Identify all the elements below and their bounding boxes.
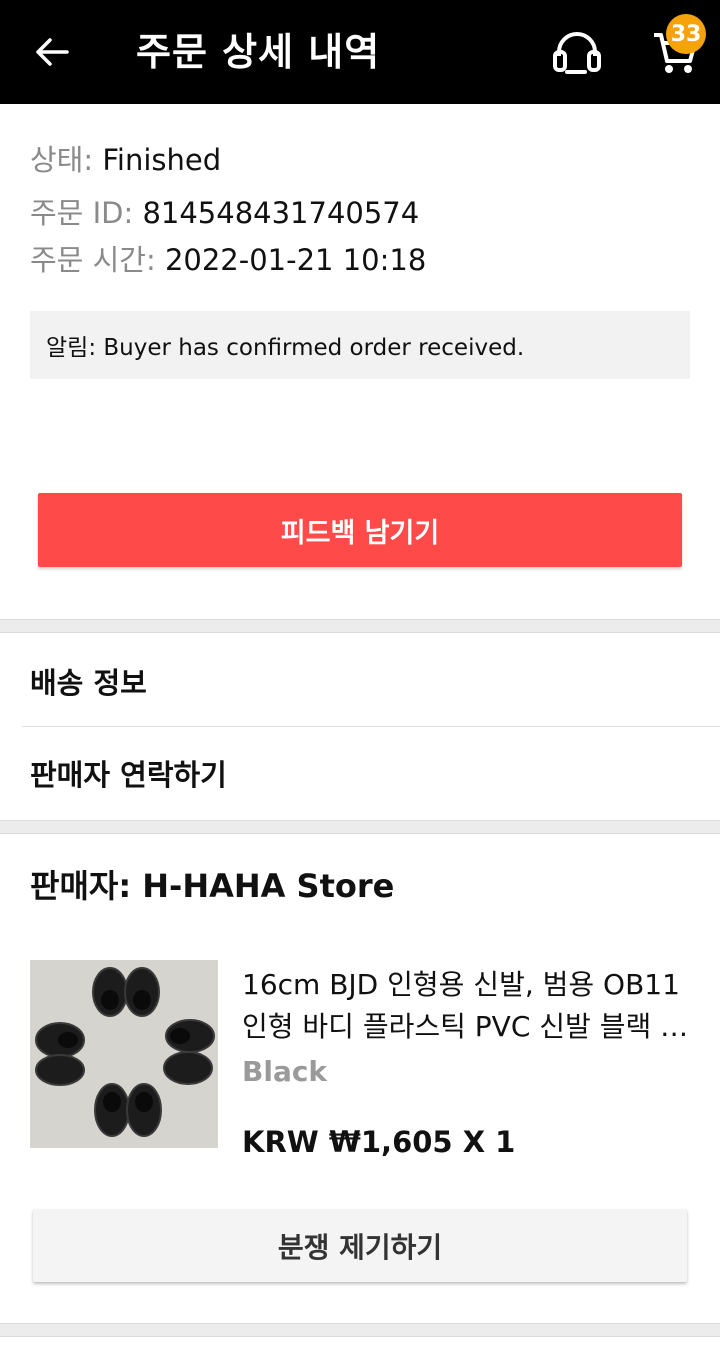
product-name[interactable]: 16cm BJD 인형용 신발, 범용 OB11 인형 바디 플라스틱 PVC … (242, 964, 692, 1048)
leave-feedback-button[interactable]: 피드백 남기기 (38, 493, 682, 567)
order-id-value: 814548431740574 (142, 196, 420, 230)
contact-seller-link[interactable]: 판매자 연락하기 (30, 755, 227, 795)
status-value: Finished (102, 143, 222, 177)
back-button[interactable] (28, 30, 76, 74)
product-price: KRW ₩1,605 X 1 (242, 1125, 516, 1159)
order-time: 주문 시간: 2022-01-21 10:18 (30, 240, 426, 280)
headset-icon (553, 32, 601, 74)
order-notice: 알림: Buyer has confirmed order received. (30, 311, 690, 379)
open-dispute-button[interactable]: 분쟁 제기하기 (33, 1209, 687, 1282)
shipping-info-link[interactable]: 배송 정보 (30, 663, 147, 703)
seller-name: 판매자: H-HAHA Store (30, 867, 395, 905)
section-divider (0, 1323, 720, 1337)
status-label: 상태: (30, 143, 94, 177)
arrow-left-icon (36, 38, 69, 66)
order-time-label: 주문 시간: (30, 243, 156, 277)
section-divider (0, 820, 720, 834)
section-divider (0, 619, 720, 633)
customer-support-button[interactable] (548, 28, 606, 78)
page-title: 주문 상세 내역 (136, 30, 381, 74)
row-divider (22, 726, 720, 727)
order-id: 주문 ID: 814548431740574 (30, 193, 419, 233)
order-status: 상태: Finished (30, 140, 221, 180)
product-variant: Black (242, 1055, 328, 1088)
order-time-value: 2022-01-21 10:18 (164, 243, 427, 277)
top-app-bar: 주문 상세 내역 33 (0, 0, 720, 104)
cart-count-badge: 33 (666, 14, 706, 54)
shoes-image (30, 960, 218, 1148)
product-image[interactable] (30, 960, 218, 1148)
order-id-label: 주문 ID: (30, 196, 134, 230)
